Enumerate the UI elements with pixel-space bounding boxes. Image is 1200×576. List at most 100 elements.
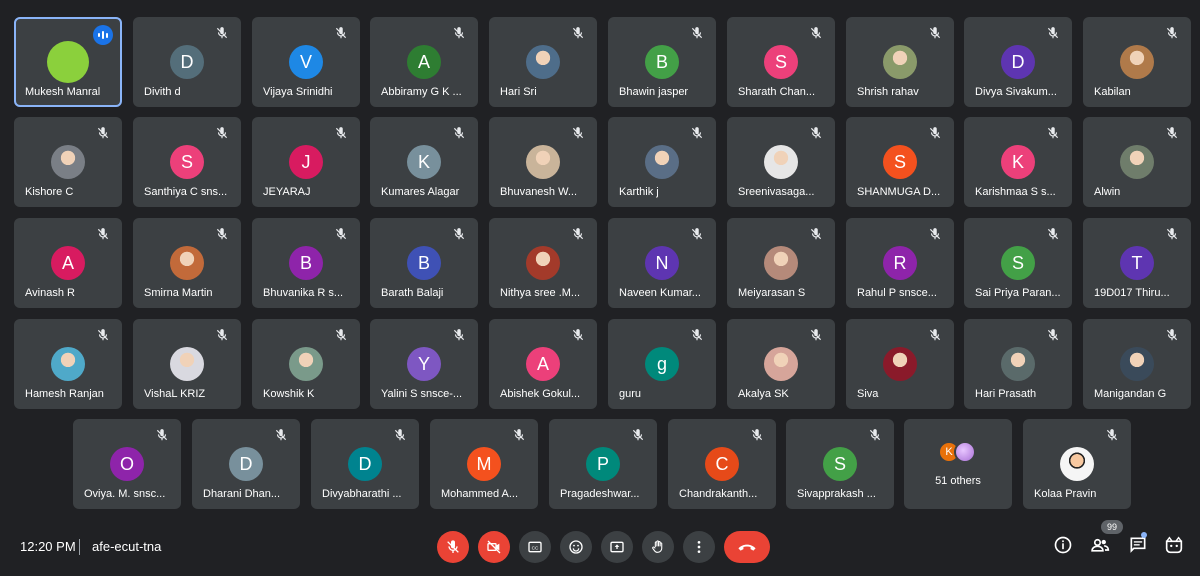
participant-tile[interactable]: Hari Sri	[489, 17, 597, 107]
participant-tile[interactable]: P Pragadeshwar...	[549, 419, 657, 509]
participant-tile[interactable]: Y Yalini S snsce-...	[370, 319, 478, 409]
participant-tile[interactable]: A Avinash R	[14, 218, 122, 308]
participant-avatar: V	[289, 45, 323, 79]
participant-tile[interactable]: A Abishek Gokul...	[489, 319, 597, 409]
participant-tile[interactable]: T 19D017 Thiru...	[1083, 218, 1191, 308]
participant-tile[interactable]: V Vijaya Srinidhi	[252, 17, 360, 107]
participant-tile[interactable]: Karthik j	[608, 117, 716, 207]
chat-icon	[1130, 537, 1146, 553]
participant-name: Hari Prasath	[975, 388, 1037, 400]
mic-off-icon	[750, 428, 764, 442]
participant-tile[interactable]: A Abbiramy G K ...	[370, 17, 478, 107]
participant-tile[interactable]: N Naveen Kumar...	[608, 218, 716, 308]
participant-tile[interactable]: Akalya SK	[727, 319, 835, 409]
participant-avatar: S	[883, 145, 917, 179]
participant-tile[interactable]: S Sai Priya Paran...	[964, 218, 1072, 308]
participant-tile[interactable]: Sreenivasaga...	[727, 117, 835, 207]
participant-tile[interactable]: Kabilan	[1083, 17, 1191, 107]
participant-tile[interactable]: S Sivapprakash ...	[786, 419, 894, 509]
participant-tile[interactable]: S Santhiya C sns...	[133, 117, 241, 207]
more-options-button[interactable]	[683, 531, 715, 563]
microphone-toggle-button[interactable]	[437, 531, 469, 563]
participant-name: Sai Priya Paran...	[975, 287, 1061, 299]
participant-name: Chandrakanth...	[679, 488, 758, 500]
participant-avatar	[764, 145, 798, 179]
participant-tile[interactable]: Kishore C	[14, 117, 122, 207]
participant-tile[interactable]: R Rahul P snsce...	[846, 218, 954, 308]
participant-tile[interactable]: Hari Prasath	[964, 319, 1072, 409]
participant-tile[interactable]: Mukesh Manral	[14, 17, 122, 107]
mic-off-icon	[452, 26, 466, 40]
participant-tile[interactable]: Shrish rahav	[846, 17, 954, 107]
mic-off-icon	[928, 227, 942, 241]
mic-off-icon	[631, 428, 645, 442]
meeting-details-button[interactable]	[1052, 534, 1074, 556]
participant-tile[interactable]: D Divith d	[133, 17, 241, 107]
raise-hand-button[interactable]	[642, 531, 674, 563]
participant-tile[interactable]: VishaL KRIZ	[133, 319, 241, 409]
participant-name: Kowshik K	[263, 388, 315, 400]
show-participants-button[interactable]	[1089, 534, 1111, 556]
participant-avatar: D	[229, 447, 263, 481]
participant-name: Hari Sri	[500, 86, 537, 98]
participant-tile[interactable]: K Karishmaa S s...	[964, 117, 1072, 207]
activities-button[interactable]	[1163, 534, 1185, 556]
participant-name: Karthik j	[619, 186, 659, 198]
captions-button[interactable]: CC	[519, 531, 551, 563]
participant-tile[interactable]: C Chandrakanth...	[668, 419, 776, 509]
participant-tile[interactable]: g guru	[608, 319, 716, 409]
participant-tile[interactable]: B Barath Balaji	[370, 218, 478, 308]
others-tile[interactable]: K 51 others	[904, 419, 1012, 509]
participant-tile[interactable]: Meiyarasan S	[727, 218, 835, 308]
mic-off-icon	[1165, 227, 1179, 241]
bottom-toolbar: 12:20 PM afe-ecut-tna CC 99	[0, 520, 1200, 576]
participant-tile[interactable]: K Kumares Alagar	[370, 117, 478, 207]
participant-name: guru	[619, 388, 642, 400]
participant-tile[interactable]: D Divyabharathi ...	[311, 419, 419, 509]
participant-avatar	[1120, 145, 1154, 179]
participant-name: Santhiya C sns...	[144, 186, 228, 198]
participant-tile[interactable]: B Bhuvanika R s...	[252, 218, 360, 308]
mic-off-icon	[690, 328, 704, 342]
participant-tile[interactable]: Siva	[846, 319, 954, 409]
participant-name: Bhuvanesh W...	[500, 186, 578, 198]
participant-avatar: Y	[407, 347, 441, 381]
participant-tile[interactable]: S SHANMUGA D...	[846, 117, 954, 207]
participant-name: Abbiramy G K ...	[381, 86, 462, 98]
camera-toggle-button[interactable]	[478, 531, 510, 563]
participant-avatar: S	[170, 145, 204, 179]
participant-tile[interactable]: Manigandan G	[1083, 319, 1191, 409]
raise-hand-icon	[652, 540, 663, 553]
participant-tile[interactable]: M Mohammed A...	[430, 419, 538, 509]
participant-name: Meiyarasan S	[738, 287, 806, 299]
participant-avatar: M	[467, 447, 501, 481]
participant-tile[interactable]: D Dharani Dhan...	[192, 419, 300, 509]
mic-off-icon	[215, 26, 229, 40]
participant-tile[interactable]: J JEYARAJ	[252, 117, 360, 207]
participant-name: Dharani Dhan...	[203, 488, 281, 500]
participant-tile[interactable]: Bhuvanesh W...	[489, 117, 597, 207]
participant-tile[interactable]: S Sharath Chan...	[727, 17, 835, 107]
participant-tile[interactable]: O Oviya. M. snsc...	[73, 419, 181, 509]
participant-avatar	[883, 45, 917, 79]
participant-tile[interactable]: B Bhawin jasper	[608, 17, 716, 107]
participant-tile[interactable]: D Divya Sivakum...	[964, 17, 1072, 107]
participant-tile[interactable]: Kowshik K	[252, 319, 360, 409]
mic-off-icon	[690, 227, 704, 241]
mic-off-icon	[1105, 428, 1119, 442]
participant-tile[interactable]: Nithya sree .M...	[489, 218, 597, 308]
svg-text:CC: CC	[532, 545, 539, 550]
participant-tile[interactable]: Hamesh Ranjan	[14, 319, 122, 409]
captions-icon: CC	[528, 541, 542, 553]
participant-tile[interactable]: Kolaa Pravin	[1023, 419, 1131, 509]
participant-tile[interactable]: Smirna Martin	[133, 218, 241, 308]
participant-avatar: g	[645, 347, 679, 381]
reactions-button[interactable]	[560, 531, 592, 563]
participant-tile[interactable]: Alwin	[1083, 117, 1191, 207]
leave-call-button[interactable]	[724, 531, 770, 563]
mic-off-icon	[1046, 227, 1060, 241]
participant-avatar: N	[645, 246, 679, 280]
mic-off-icon	[571, 126, 585, 140]
participant-avatar: S	[1001, 246, 1035, 280]
present-screen-button[interactable]	[601, 531, 633, 563]
